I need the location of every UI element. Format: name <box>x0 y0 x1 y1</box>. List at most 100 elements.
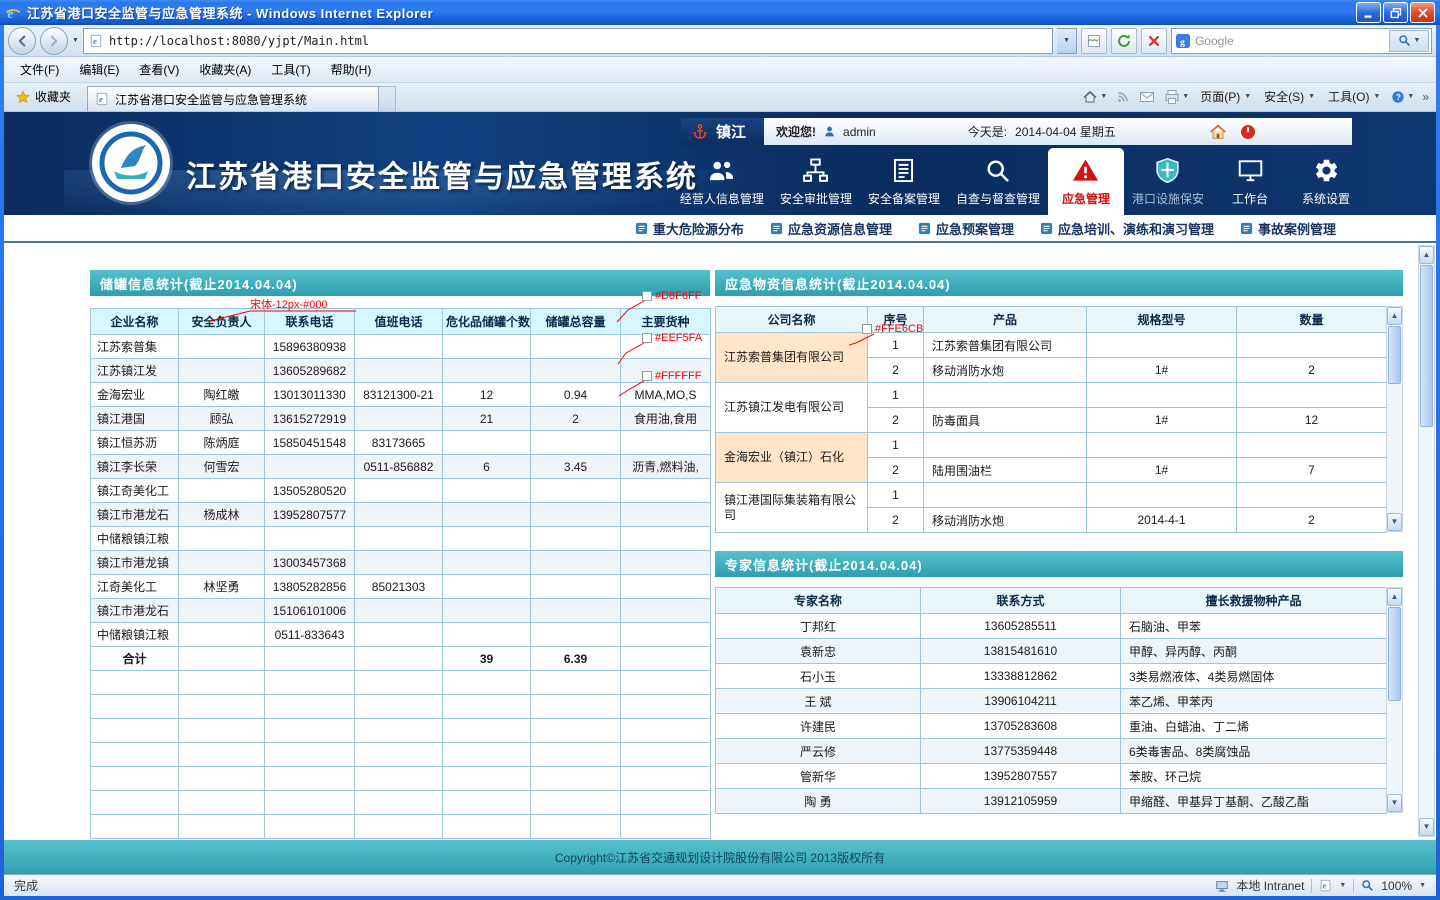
experts-table-row: 许建民13705283608重油、白蜡油、丁二烯 <box>716 714 1387 739</box>
chevron-overflow-icon[interactable]: » <box>1419 90 1432 104</box>
refresh-icon <box>1116 33 1132 49</box>
scroll-up-button[interactable]: ▲ <box>1387 307 1402 325</box>
forward-button[interactable] <box>40 27 68 55</box>
scroll-up-button[interactable]: ▲ <box>1387 588 1402 606</box>
print-button[interactable]: ▼ <box>1160 86 1193 108</box>
home-shortcut-icon[interactable] <box>1209 123 1227 141</box>
compatibility-view-button[interactable] <box>1081 28 1107 54</box>
nav-item-6[interactable]: 港口设施保安 <box>1124 148 1212 215</box>
materials-scrollbar[interactable]: ▲ ▼ <box>1386 306 1403 532</box>
gear-icon <box>1313 157 1340 184</box>
scrollbar-thumb[interactable] <box>1388 326 1401 384</box>
subnav-item-4[interactable]: 应急培训、演练和演习管理 <box>1040 219 1214 238</box>
scroll-down-button[interactable]: ▼ <box>1387 794 1402 812</box>
form-icon <box>770 222 783 235</box>
menu-item-1[interactable]: 文件(F) <box>10 57 69 82</box>
address-field[interactable]: e http://localhost:8080/yjpt/Main.html <box>83 28 1053 54</box>
page-header: 江苏省港口安全监管与应急管理系统 镇江 欢迎您! admin 今天是: 2014… <box>4 112 1436 215</box>
google-icon: g <box>1176 34 1190 48</box>
back-button[interactable] <box>8 27 36 55</box>
close-button[interactable] <box>1410 2 1435 23</box>
triangle-up-icon: ▲ <box>1423 251 1431 259</box>
page-footer: Copyright©江苏省交通规划设计院股份有限公司 2013版权所有 <box>4 840 1436 874</box>
stop-button[interactable] <box>1141 28 1167 54</box>
welcome-text: 欢迎您! <box>776 123 816 140</box>
port-indicator: 镇江 <box>681 118 764 145</box>
compatibility-icon <box>1086 33 1102 49</box>
tank-empty-row <box>91 695 711 719</box>
page-scrollbar[interactable]: ▲ ▼ <box>1418 245 1435 837</box>
subnav-item-1[interactable]: 重大危险源分布 <box>635 219 744 238</box>
experts-table-row: 陶 勇13912105959甲缩醛、甲基异丁基酮、乙酸乙酯 <box>716 789 1387 814</box>
recent-pages-dropdown-icon[interactable]: ▼ <box>72 37 79 44</box>
nav-item-3[interactable]: 安全备案管理 <box>860 148 948 215</box>
menu-item-5[interactable]: 工具(T) <box>261 57 320 82</box>
zoom-level[interactable]: 100% <box>1381 879 1412 893</box>
menu-item-2[interactable]: 编辑(E) <box>69 57 129 82</box>
experts-panel-title: 专家信息统计(截止2014.04.04) <box>715 551 1403 577</box>
search-magnifier-icon <box>1398 34 1411 47</box>
nav-item-2[interactable]: 安全审批管理 <box>772 148 860 215</box>
subnav-item-3[interactable]: 应急预案管理 <box>918 219 1014 238</box>
mail-icon <box>1139 89 1155 105</box>
experts-scrollbar[interactable]: ▲ ▼ <box>1386 587 1403 813</box>
subnav-item-5[interactable]: 事故案例管理 <box>1240 219 1336 238</box>
subnav-item-label: 应急培训、演练和演习管理 <box>1058 219 1214 238</box>
username: admin <box>843 125 876 139</box>
tank-table-head-row: 企业名称安全负责人联系电话值班电话危化品储罐个数储罐总容量主要货种 <box>91 309 711 335</box>
new-tab-stub[interactable] <box>379 86 396 111</box>
scroll-down-button[interactable]: ▼ <box>1419 818 1434 836</box>
desk-icon <box>1237 157 1264 184</box>
search-box[interactable]: g Google ▼ <box>1171 28 1432 54</box>
materials-table-row: 金海宏业（镇江）石化1 <box>716 433 1387 458</box>
url-text: http://localhost:8080/yjpt/Main.html <box>109 34 369 48</box>
scrollbar-thumb[interactable] <box>1388 607 1401 701</box>
header-strip: 镇江 欢迎您! admin 今天是: 2014-04-04 星期五 <box>681 118 1352 145</box>
minimize-button[interactable] <box>1356 2 1381 23</box>
nav-item-8[interactable]: 系统设置 <box>1288 148 1364 215</box>
tank-empty-row <box>91 767 711 791</box>
tools-menu-button[interactable]: 工具(O)▼ <box>1322 85 1386 108</box>
browser-tab[interactable]: e 江苏省港口安全监管与应急管理系统 <box>87 86 379 111</box>
address-bar: ▼ e http://localhost:8080/yjpt/Main.html… <box>4 25 1436 57</box>
menu-item-6[interactable]: 帮助(H) <box>321 57 382 82</box>
nav-item-7[interactable]: 工作台 <box>1212 148 1288 215</box>
scrollbar-track[interactable] <box>1387 325 1402 513</box>
subnav-item-2[interactable]: 应急资源信息管理 <box>770 219 892 238</box>
nav-item-1[interactable]: 经营人信息管理 <box>672 148 772 215</box>
address-dropdown-button[interactable]: ▼ <box>1057 28 1077 54</box>
annotation-row-color: #FFFFFF <box>642 370 701 382</box>
scroll-up-button[interactable]: ▲ <box>1419 246 1434 264</box>
tank-column-header: 联系电话 <box>265 309 355 335</box>
refresh-button[interactable] <box>1111 28 1137 54</box>
safety-menu-button[interactable]: 安全(S)▼ <box>1258 85 1321 108</box>
restore-button[interactable] <box>1383 2 1408 23</box>
tank-table-row: 镇江市港龙镇13003457368 <box>91 551 711 575</box>
menu-item-4[interactable]: 收藏夹(A) <box>189 57 261 82</box>
scroll-down-button[interactable]: ▼ <box>1387 513 1402 531</box>
star-icon <box>16 90 30 104</box>
logout-icon[interactable] <box>1239 123 1257 141</box>
scrollbar-track[interactable] <box>1419 264 1434 818</box>
menu-item-3[interactable]: 查看(V) <box>129 57 189 82</box>
read-mail-button[interactable] <box>1135 86 1159 108</box>
home-button[interactable]: ▼ <box>1078 86 1111 108</box>
scrollbar-thumb[interactable] <box>1420 265 1433 427</box>
status-dropdown-icon[interactable]: ▼ <box>1339 882 1346 889</box>
scrollbar-track[interactable] <box>1387 606 1402 794</box>
tank-empty-row <box>91 815 711 839</box>
favorites-button[interactable]: 收藏夹 <box>8 84 79 111</box>
page-menu-button[interactable]: 页面(P)▼ <box>1194 85 1257 108</box>
materials-column-header: 数量 <box>1237 307 1387 333</box>
feeds-button[interactable] <box>1112 87 1134 107</box>
tank-column-header: 危化品储罐个数 <box>443 309 531 335</box>
search-button[interactable]: ▼ <box>1389 30 1429 52</box>
arrow-right-icon <box>47 34 61 48</box>
help-button[interactable]: ?▼ <box>1387 87 1418 107</box>
materials-table-head-row: 公司名称序号产品规格型号数量 <box>716 307 1387 333</box>
nav-item-5[interactable]: 应急管理 <box>1048 148 1124 215</box>
nav-item-4[interactable]: 自查与督查管理 <box>948 148 1048 215</box>
zoom-dropdown-icon[interactable]: ▼ <box>1419 882 1426 889</box>
materials-company-cell: 镇江港国际集装箱有限公司 <box>716 483 868 533</box>
svg-text:e: e <box>93 36 97 46</box>
